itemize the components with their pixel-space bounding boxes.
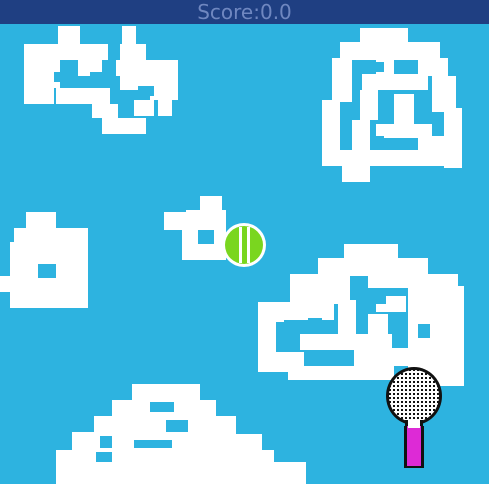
cloud-bottom: [56, 384, 316, 484]
tennis-ball-icon[interactable]: [220, 221, 268, 269]
game-canvas[interactable]: Score: 0.0: [0, 0, 489, 484]
score-label: Score:: [197, 0, 260, 24]
cloud-middle-left: [0, 212, 92, 310]
cloud-top-left: [24, 26, 184, 136]
cloud-top-right: [322, 28, 472, 188]
score-display: Score: 0.0: [0, 0, 489, 24]
score-bar: Score: 0.0: [0, 0, 489, 24]
score-value: 0.0: [259, 0, 292, 24]
tennis-racket-icon[interactable]: [384, 364, 448, 468]
